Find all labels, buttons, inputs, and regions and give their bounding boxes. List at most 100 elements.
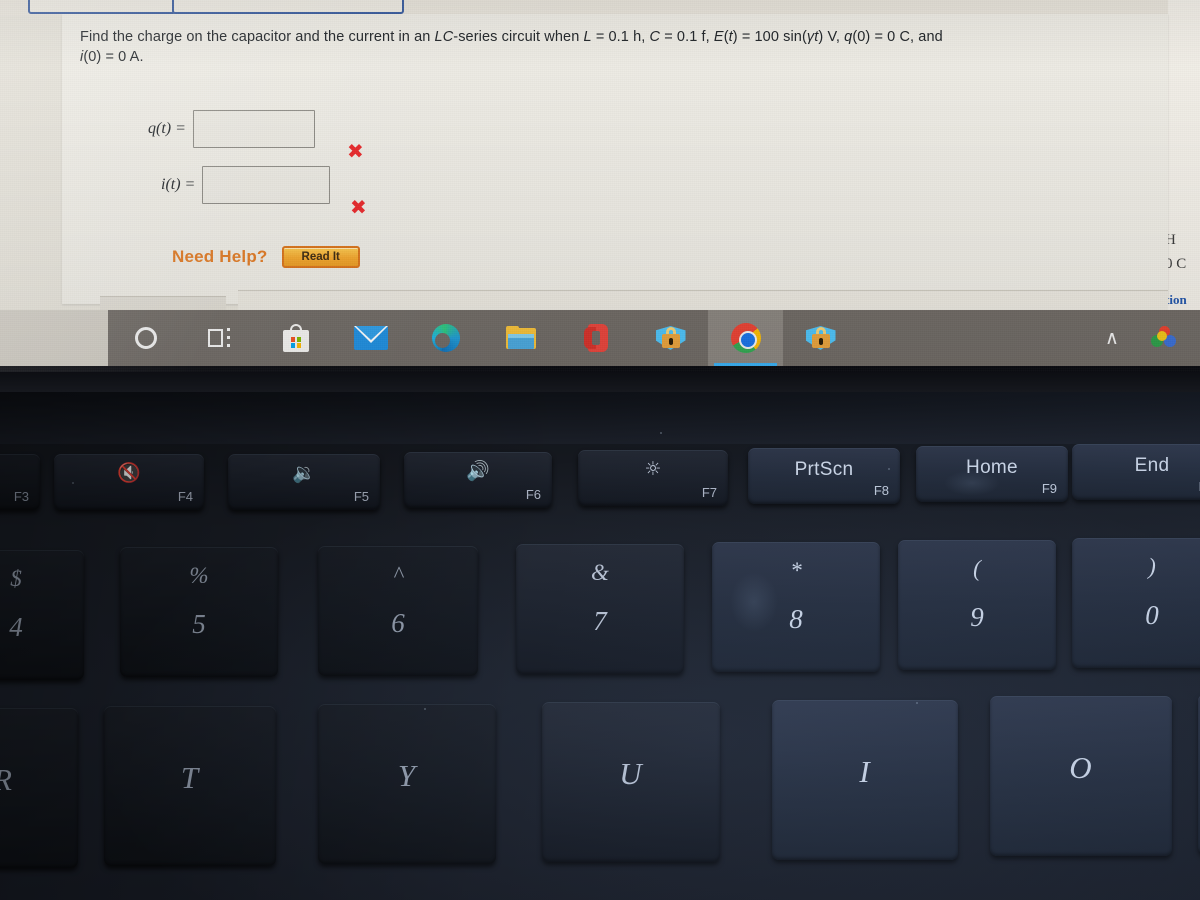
- question-text-segment: = 0.1 h,: [591, 29, 650, 45]
- need-help-label: Need Help?: [172, 247, 268, 266]
- answer-row-q: q(t) =: [148, 110, 315, 148]
- key-5[interactable]: % 5: [120, 547, 278, 677]
- key-f9-home[interactable]: Home F9: [916, 446, 1068, 502]
- key-smudge: [730, 572, 778, 632]
- cutoff-answer-box-1[interactable]: [28, 0, 176, 14]
- lock-shield-icon: [805, 324, 836, 352]
- answer-input-q[interactable]: [192, 110, 315, 148]
- answer-input-i[interactable]: [202, 166, 331, 204]
- question-text-segment: ) = 100 sin(: [732, 29, 807, 45]
- key-f6-label: F6: [525, 487, 541, 502]
- taskbar-item-cortana[interactable]: [108, 310, 183, 366]
- taskbar-item-microsoft-edge[interactable]: [408, 310, 483, 366]
- dust-speck: [72, 482, 74, 484]
- key-y-char: Y: [397, 758, 417, 793]
- cutoff-answer-box-2[interactable]: [172, 0, 404, 14]
- taskbar-item-microsoft-store[interactable]: [258, 310, 333, 366]
- key-f8-prtscn[interactable]: PrtScn F8: [748, 448, 900, 504]
- taskbar-item-task-view[interactable]: [183, 310, 258, 366]
- key-r[interactable]: R: [0, 708, 78, 868]
- chevron-up-icon: ∧: [1105, 327, 1119, 349]
- taskbar-item-file-explorer[interactable]: [483, 310, 558, 366]
- read-it-button[interactable]: Read It: [281, 246, 360, 268]
- laptop-bezel: [0, 366, 1200, 392]
- key-9[interactable]: ( 9: [898, 540, 1056, 670]
- key-9-shift: (: [973, 556, 981, 581]
- key-6-base: 6: [391, 608, 405, 638]
- taskbar-item-security-app[interactable]: [633, 310, 708, 366]
- key-f5[interactable]: 🔉 F5: [228, 454, 380, 510]
- question-text-segment: (0) = 0 C, and: [852, 29, 943, 45]
- key-o[interactable]: O: [990, 696, 1172, 856]
- google-chrome-icon: [730, 323, 761, 353]
- question-text-italic: E: [713, 29, 724, 45]
- question-text-segment: -series circuit when: [453, 29, 584, 45]
- key-u-char: U: [619, 756, 643, 791]
- key-6-shift: ^: [393, 562, 403, 587]
- volume-down-icon: 🔉: [292, 462, 316, 484]
- question-text-italic: γt: [806, 29, 819, 45]
- key-f3[interactable]: F3: [0, 454, 40, 510]
- cortana-circle-icon: [134, 327, 157, 349]
- microsoft-office-icon: [583, 324, 608, 352]
- key-r-char: R: [0, 762, 78, 798]
- need-help-section: Need Help? Read It: [172, 246, 360, 268]
- key-f9-label: F9: [1041, 481, 1057, 496]
- microsoft-store-icon: [282, 324, 309, 352]
- key-f7[interactable]: ☼ F7: [578, 450, 728, 506]
- question-text-segment: (0) = 0 A.: [83, 48, 144, 65]
- key-7-shift: &: [591, 560, 609, 585]
- key-f3-label: F3: [13, 489, 29, 504]
- incorrect-x-icon-i: ✖: [350, 195, 367, 219]
- answer-row-i: i(t) =: [161, 166, 331, 204]
- key-7[interactable]: & 7: [516, 544, 684, 674]
- key-f7-label: F7: [701, 485, 717, 500]
- question-text-segment: ) V,: [818, 29, 845, 45]
- system-tray: ∧: [1086, 310, 1200, 366]
- key-i[interactable]: I: [772, 700, 958, 860]
- background-text-fragment-2: 0 C: [1165, 256, 1187, 272]
- question-card: Find the charge on the capacitor and the…: [62, 14, 1168, 304]
- key-0-shift: ): [1148, 554, 1156, 579]
- key-t[interactable]: T: [104, 706, 276, 866]
- key-f4[interactable]: 🔇 F4: [54, 454, 204, 510]
- key-f10-end[interactable]: End F10: [1072, 444, 1200, 500]
- answer-label-i: i(t) =: [161, 176, 196, 193]
- taskbar-pinned-items: [108, 310, 858, 366]
- answer-label-q: q(t) =: [148, 120, 186, 137]
- key-y[interactable]: Y: [318, 704, 496, 864]
- task-view-icon: [207, 327, 234, 349]
- key-0-base: 0: [1145, 600, 1159, 630]
- key-f8-text: PrtScn: [794, 459, 854, 480]
- tray-app-button[interactable]: [1138, 310, 1190, 366]
- mail-icon: [353, 326, 388, 350]
- key-4[interactable]: $ 4: [0, 550, 84, 680]
- file-explorer-icon: [505, 326, 536, 350]
- key-u[interactable]: U: [542, 702, 720, 862]
- taskbar-item-security-app-2[interactable]: [783, 310, 858, 366]
- key-7-base: 7: [593, 606, 607, 636]
- key-i-char: I: [859, 754, 871, 789]
- laptop-keyboard: F3 🔇 F4 🔉 F5 🔊 F6 ☼ F7 PrtScn F8 Home F9: [0, 372, 1200, 900]
- key-5-shift: %: [189, 563, 209, 588]
- taskbar-item-microsoft-office[interactable]: [558, 310, 633, 366]
- question-text: Find the charge on the capacitor and the…: [80, 28, 1150, 67]
- key-0[interactable]: ) 0: [1072, 538, 1200, 668]
- taskbar-item-mail[interactable]: [333, 310, 408, 366]
- incorrect-x-icon-q: ✖: [347, 139, 364, 163]
- volume-mute-icon: 🔇: [117, 462, 141, 484]
- key-5-base: 5: [192, 609, 206, 639]
- question-text-segment: Find the charge on the capacitor and the…: [80, 29, 435, 45]
- key-8[interactable]: * 8: [712, 542, 880, 672]
- key-f5-label: F5: [353, 489, 369, 504]
- tray-show-hidden-icons[interactable]: ∧: [1086, 310, 1138, 366]
- key-f4-label: F4: [177, 489, 193, 504]
- tray-app-icon: [1151, 326, 1177, 350]
- taskbar-item-google-chrome[interactable]: [708, 310, 783, 366]
- key-f6[interactable]: 🔊 F6: [404, 452, 552, 508]
- key-6[interactable]: ^ 6: [318, 546, 478, 676]
- key-9-base: 9: [970, 602, 984, 632]
- dust-speck: [888, 468, 890, 470]
- keyboard-backlight-icon: ☼: [644, 458, 662, 480]
- dust-speck: [660, 432, 662, 434]
